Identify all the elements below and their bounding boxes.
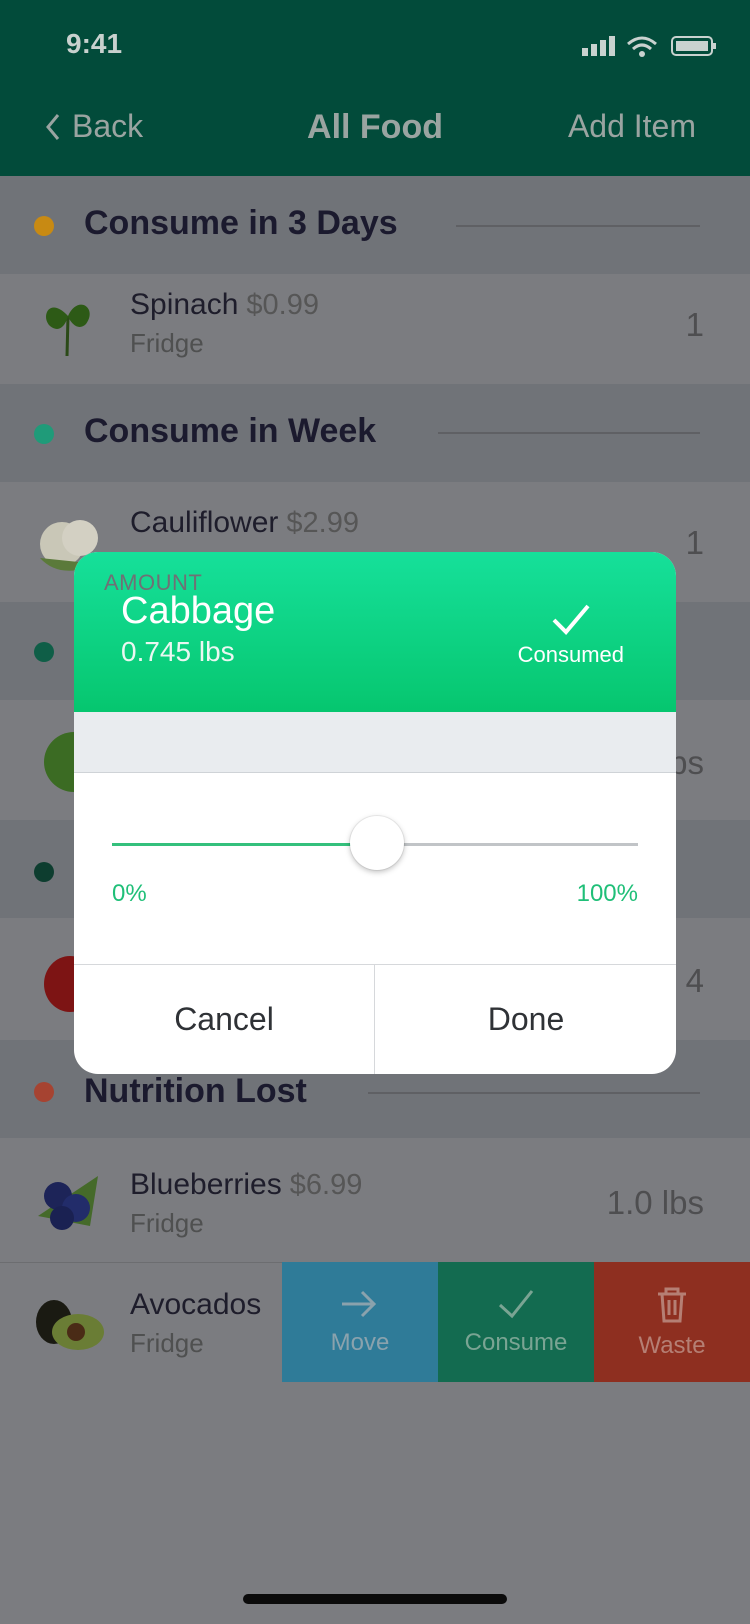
slider-max-label: 100% bbox=[576, 880, 638, 907]
home-indicator bbox=[243, 1594, 507, 1604]
item-location: Fridge bbox=[130, 1328, 204, 1358]
checkmark-icon bbox=[498, 1290, 534, 1319]
item-name: Avocados bbox=[130, 1288, 262, 1321]
consume-label: Consume bbox=[464, 1329, 568, 1356]
slider-min-label: 0% bbox=[112, 880, 147, 907]
slider-track-filled[interactable] bbox=[112, 843, 370, 846]
item-name: Cauliflower bbox=[130, 506, 279, 539]
status-icons bbox=[582, 34, 718, 58]
status-dot bbox=[34, 862, 54, 882]
list-item[interactable] bbox=[0, 274, 750, 384]
item-name-line: Cauliflower $2.99 bbox=[130, 506, 359, 540]
status-time: 9:41 bbox=[66, 28, 123, 59]
trash-icon bbox=[658, 1287, 686, 1323]
status-dot bbox=[34, 642, 54, 662]
divider bbox=[456, 225, 700, 227]
add-item-button[interactable]: Add Item bbox=[568, 108, 696, 145]
spinach-image bbox=[30, 286, 104, 360]
waste-button[interactable]: Waste bbox=[594, 1262, 750, 1382]
divider bbox=[438, 432, 700, 434]
slider-track-empty[interactable] bbox=[370, 843, 638, 846]
item-quantity: 4 bbox=[685, 962, 704, 999]
signal-wifi-battery-icon bbox=[582, 36, 716, 57]
status-dot bbox=[34, 424, 54, 444]
cancel-button[interactable]: Cancel bbox=[74, 964, 374, 1074]
status-dot bbox=[34, 1082, 54, 1102]
move-label: Move bbox=[330, 1329, 390, 1356]
section-title: Consume in 3 Days bbox=[84, 204, 398, 242]
item-name-line: Spinach $0.99 bbox=[130, 288, 319, 322]
section-title: Nutrition Lost bbox=[84, 1072, 307, 1110]
item-price: $0.99 bbox=[246, 289, 319, 321]
modal-title: Cabbage bbox=[121, 590, 276, 632]
waste-label: Waste bbox=[638, 1332, 706, 1359]
consume-button[interactable]: Consume bbox=[438, 1262, 594, 1382]
avocado-image bbox=[32, 1286, 106, 1360]
amount-section-label: AMOUNT bbox=[104, 570, 203, 595]
divider bbox=[368, 1092, 700, 1094]
checkmark-icon bbox=[552, 604, 590, 635]
item-quantity: 1 bbox=[685, 306, 704, 343]
button-divider bbox=[374, 964, 375, 1074]
blueberries-image bbox=[32, 1166, 106, 1240]
item-quantity: 1.0 lbs bbox=[606, 1184, 704, 1221]
arrow-right-icon bbox=[342, 1290, 377, 1318]
consumed-toggle[interactable]: Consumed bbox=[518, 602, 624, 668]
item-name: Blueberries bbox=[130, 1168, 282, 1201]
amount-section-header bbox=[74, 712, 676, 773]
item-name: Spinach bbox=[130, 288, 239, 321]
item-location: Fridge bbox=[130, 328, 204, 358]
move-button[interactable]: Move bbox=[282, 1262, 438, 1382]
done-button[interactable]: Done bbox=[376, 964, 676, 1074]
item-price: $2.99 bbox=[286, 507, 359, 539]
section-title: Consume in Week bbox=[84, 412, 377, 450]
amount-modal: Cabbage 0.745 lbs Consumed AMOUNT 0% 100… bbox=[74, 552, 676, 1074]
consumed-label: Consumed bbox=[517, 642, 624, 667]
modal-weight: 0.745 lbs bbox=[121, 636, 235, 667]
item-quantity: 1 bbox=[685, 524, 704, 561]
slider-thumb[interactable] bbox=[350, 816, 404, 870]
item-name-line: Blueberries $6.99 bbox=[130, 1168, 362, 1202]
status-dot bbox=[34, 216, 54, 236]
item-location: Fridge bbox=[130, 1208, 204, 1238]
item-price: $6.99 bbox=[289, 1169, 363, 1201]
